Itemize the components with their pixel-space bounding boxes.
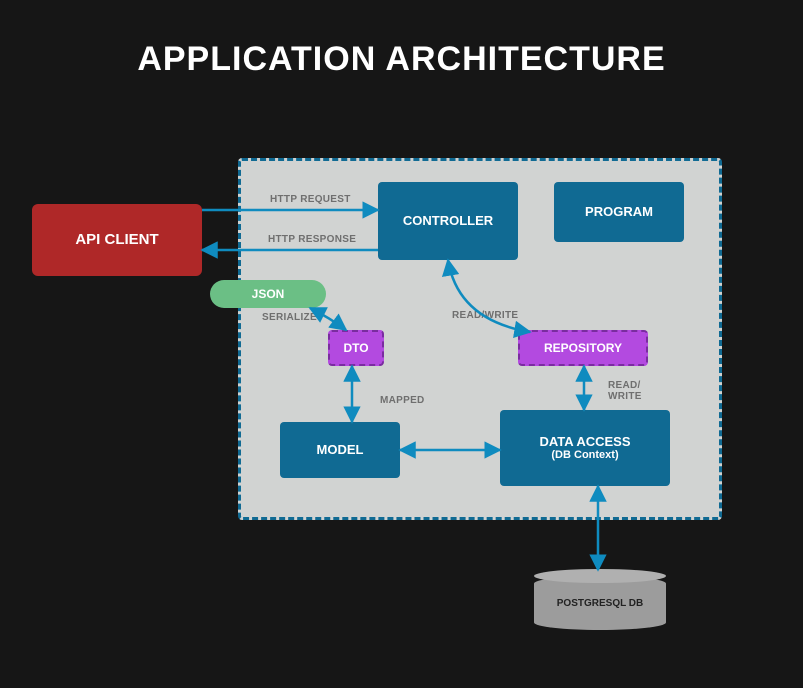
controller-box: CONTROLLER [378, 182, 518, 260]
edge-read-write-1: READ/WRITE [452, 310, 518, 321]
postgresql-db: POSTGRESQL DB [534, 576, 666, 630]
db-label: POSTGRESQL DB [534, 576, 666, 630]
edge-serialize: SERIALIZE [262, 312, 317, 323]
api-client-box: API CLIENT [32, 204, 202, 276]
dto-box: DTO [328, 330, 384, 366]
edge-http-request: HTTP REQUEST [270, 194, 351, 205]
json-pill: JSON [210, 280, 326, 308]
data-access-sub: (DB Context) [551, 449, 618, 462]
diagram-title: APPLICATION ARCHITECTURE [0, 40, 803, 79]
edge-http-response: HTTP RESPONSE [268, 234, 356, 245]
edge-mapped: MAPPED [380, 395, 425, 406]
repository-box: REPOSITORY [518, 330, 648, 366]
data-access-box: DATA ACCESS (DB Context) [500, 410, 670, 486]
edge-read-write-2: READ/ WRITE [608, 380, 642, 402]
program-box: PROGRAM [554, 182, 684, 242]
data-access-label: DATA ACCESS [540, 434, 631, 450]
model-box: MODEL [280, 422, 400, 478]
